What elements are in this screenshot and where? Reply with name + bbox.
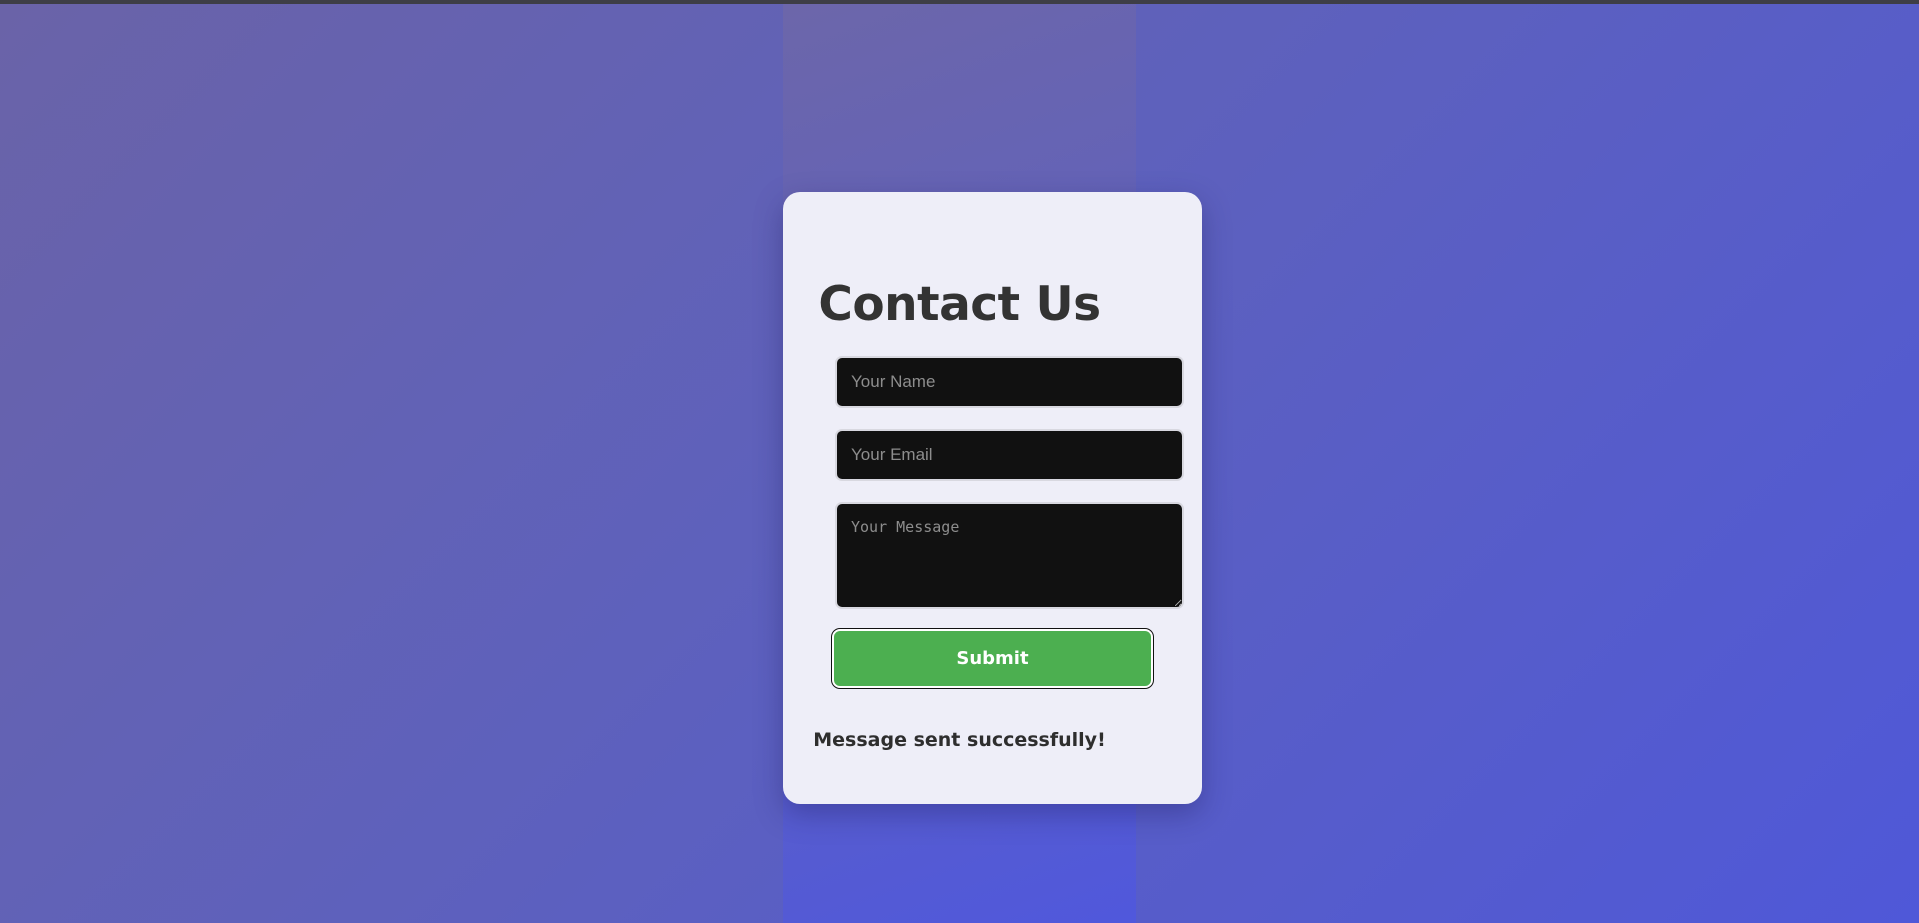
email-input[interactable] <box>835 429 1184 481</box>
page-background: { "form": { "title": "Contact Us", "name… <box>0 0 1919 923</box>
name-input[interactable] <box>835 356 1184 408</box>
submit-button[interactable]: Submit <box>832 629 1153 688</box>
success-message: Message sent successfully! <box>813 729 1106 751</box>
message-textarea[interactable] <box>835 502 1184 609</box>
form-title: Contact Us <box>818 277 1101 332</box>
